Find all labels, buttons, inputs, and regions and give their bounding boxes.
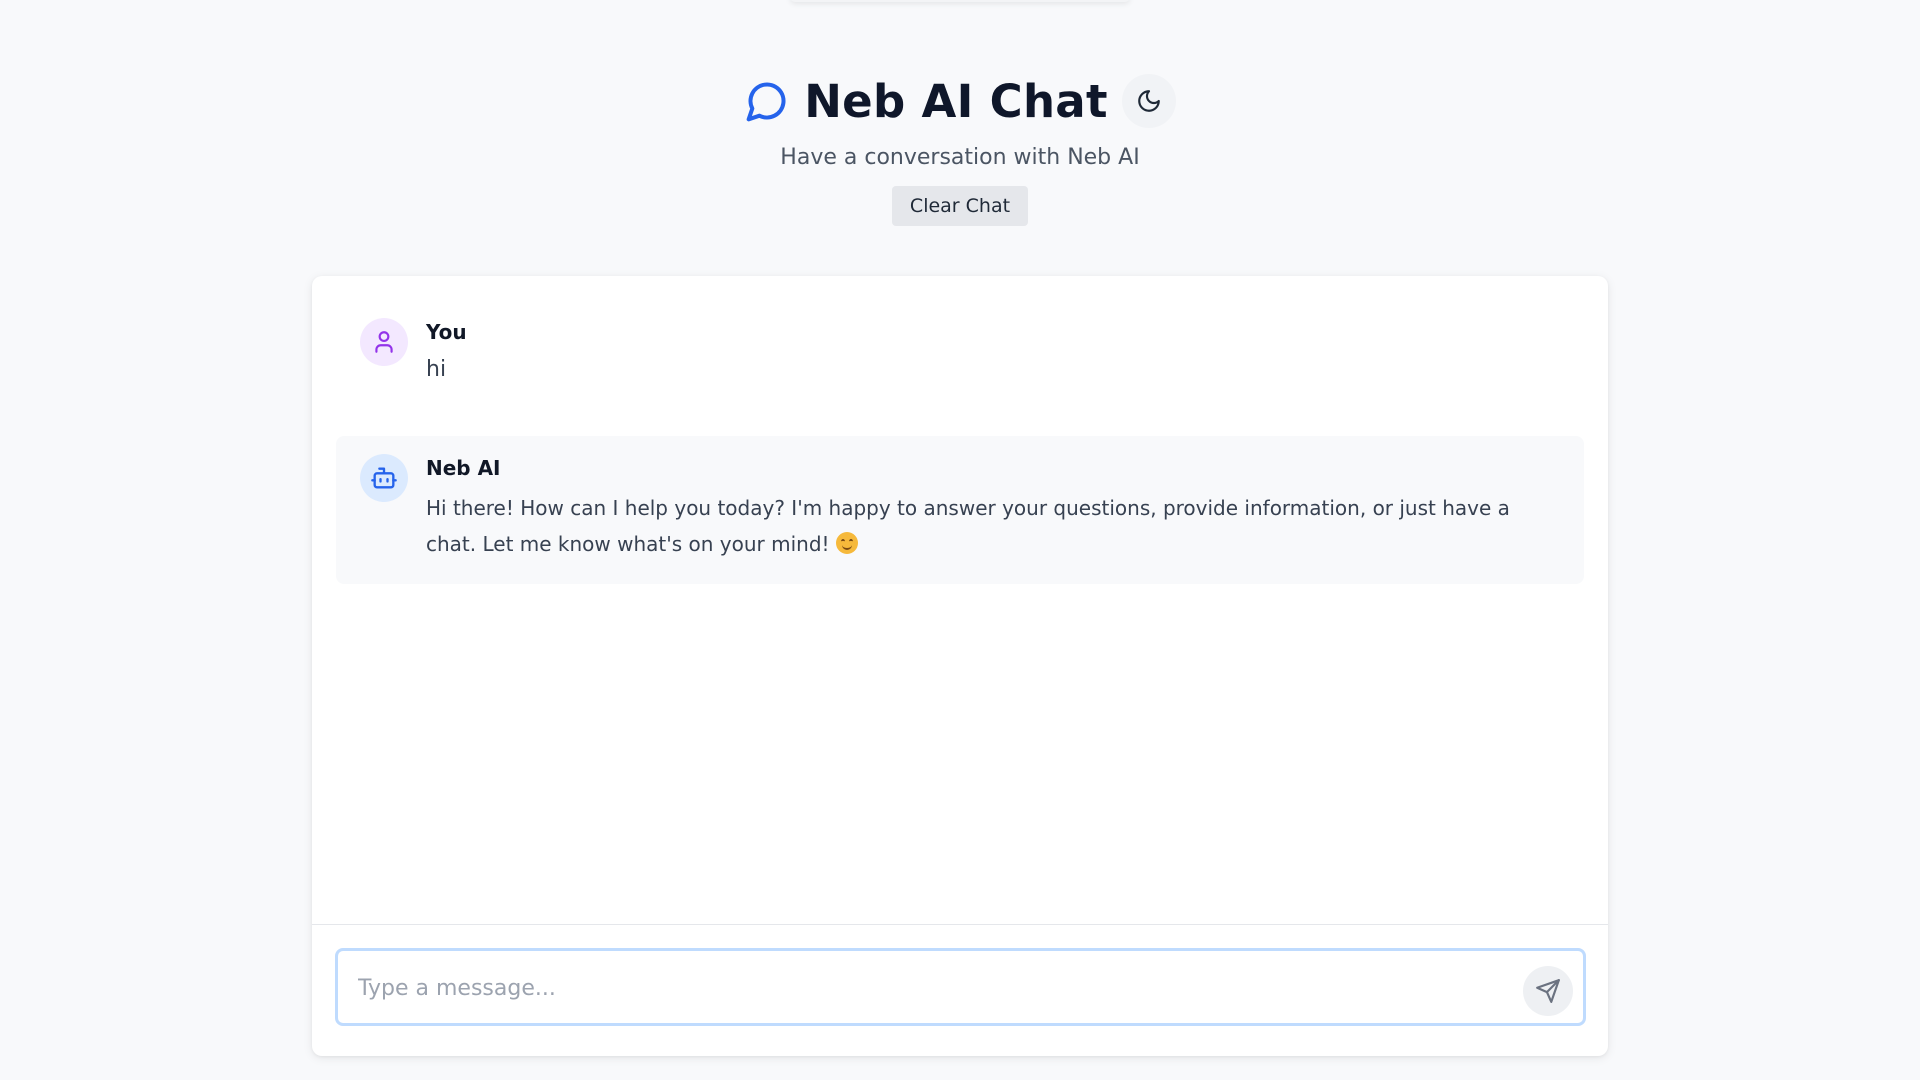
title-row: Neb AI Chat [0, 70, 1920, 132]
top-decoration [790, 0, 1130, 2]
message-list: You hi Neb AI Hi there! How can I help y… [336, 300, 1584, 584]
message-text-wrap: Hi there! How can I help you today? I'm … [426, 490, 1560, 562]
send-icon [1535, 978, 1561, 1004]
message-sender: Neb AI [426, 456, 501, 480]
smiling-face-emoji-icon [835, 532, 858, 554]
page-title: Neb AI Chat [804, 74, 1108, 128]
chat-panel: You hi Neb AI Hi there! How can I help y… [312, 276, 1608, 1056]
theme-toggle-button[interactable] [1121, 74, 1176, 128]
chat-bubble-icon [744, 78, 790, 124]
bot-icon [370, 464, 398, 492]
message-body: Neb AI Hi there! How can I help you toda… [426, 456, 1560, 562]
message-text: Hi there! How can I help you today? I'm … [426, 496, 1510, 556]
avatar [360, 318, 408, 366]
message-input-box [335, 948, 1586, 1026]
user-icon [371, 329, 397, 355]
message-body: You hi [426, 320, 1560, 388]
message-input[interactable] [356, 951, 1510, 1025]
page-subtitle: Have a conversation with Neb AI [780, 145, 1140, 170]
clear-chat-button[interactable]: Clear Chat [891, 186, 1029, 226]
message-assistant: Neb AI Hi there! How can I help you toda… [336, 436, 1584, 584]
avatar [360, 454, 408, 502]
message-text: hi [426, 357, 447, 382]
message-sender: You [426, 320, 467, 344]
moon-icon [1136, 88, 1162, 114]
message-user: You hi [336, 300, 1584, 412]
send-button[interactable] [1523, 966, 1573, 1016]
app-header: Neb AI Chat Have a conversation with Neb… [0, 70, 1920, 226]
composer [312, 924, 1608, 1056]
